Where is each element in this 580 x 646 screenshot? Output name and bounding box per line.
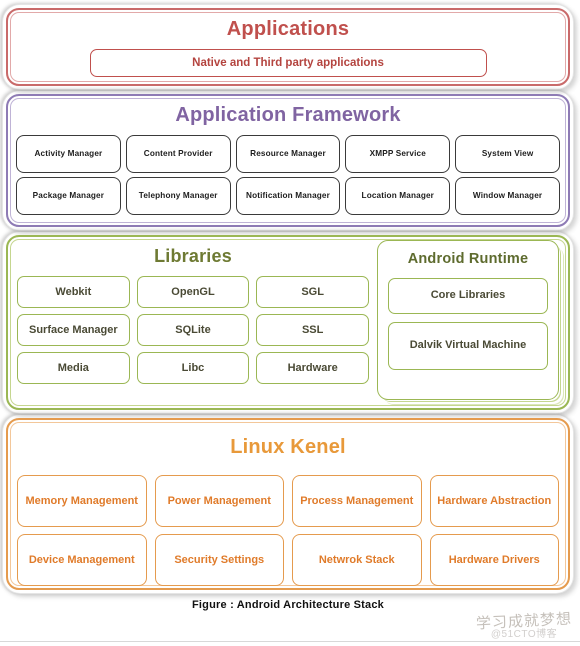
applications-item-0: Native and Third party applications xyxy=(89,49,487,77)
framework-item-telephony-manager: Telephony Manager xyxy=(125,177,231,215)
libraries-column: Libraries Webkit OpenGL SGL Surface Mana… xyxy=(17,240,369,400)
framework-item-notification-manager: Notification Manager xyxy=(235,177,341,215)
figure-caption: Figure : Android Architecture Stack xyxy=(192,599,384,611)
libraries-item-sgl: SGL xyxy=(256,276,369,308)
bottom-divider xyxy=(0,641,580,646)
kernel-grid: Memory Management Power Management Proce… xyxy=(17,475,559,586)
framework-item-location-manager: Location Manager xyxy=(345,177,451,215)
libraries-item-surface-manager: Surface Manager xyxy=(17,314,130,346)
framework-grid: Activity Manager Content Provider Resour… xyxy=(16,135,560,215)
kernel-item-hardware-abstraction: Hardware Abstraction xyxy=(429,475,559,527)
libraries-item-media: Media xyxy=(17,352,130,384)
layer-application-framework: Application Framework Activity Manager C… xyxy=(2,90,574,231)
android-architecture-diagram: Applications Native and Third party appl… xyxy=(0,0,580,646)
kernel-item-device-management: Device Management xyxy=(17,534,147,586)
runtime-item-dalvik-virtual-machine: Dalvik Virtual Machine xyxy=(388,322,548,370)
kernel-item-process-management: Process Management xyxy=(292,475,422,527)
libraries-item-webkit: Webkit xyxy=(17,276,130,308)
layer-applications-title: Applications xyxy=(226,18,350,40)
framework-item-activity-manager: Activity Manager xyxy=(16,135,121,173)
kernel-item-memory-management: Memory Management xyxy=(17,475,147,527)
layer-application-framework-body: Application Framework Activity Manager C… xyxy=(6,94,570,227)
layer-libraries-body: Libraries Webkit OpenGL SGL Surface Mana… xyxy=(6,235,570,410)
runtime-item-core-libraries: Core Libraries xyxy=(388,278,548,314)
kernel-item-hardware-drivers: Hardware Drivers xyxy=(429,534,559,586)
android-runtime-panel: Android Runtime Core Libraries Dalvik Vi… xyxy=(377,240,559,400)
kernel-item-security-settings: Security Settings xyxy=(154,534,284,586)
watermark-text: 学习成就梦想 xyxy=(475,609,573,633)
layer-libraries: Libraries Webkit OpenGL SGL Surface Mana… xyxy=(2,231,574,414)
libraries-item-opengl: OpenGL xyxy=(136,276,250,308)
framework-item-window-manager: Window Manager xyxy=(455,177,560,215)
framework-item-content-provider: Content Provider xyxy=(125,135,231,173)
libraries-grid: Webkit OpenGL SGL Surface Manager SQLite… xyxy=(17,276,369,384)
framework-item-xmpp-service: XMPP Service xyxy=(345,135,451,173)
libraries-item-libc: Libc xyxy=(136,352,250,384)
android-runtime-title: Android Runtime xyxy=(407,251,529,267)
layer-applications: Applications Native and Third party appl… xyxy=(2,4,574,90)
framework-item-package-manager: Package Manager xyxy=(16,177,121,215)
layer-application-framework-title: Application Framework xyxy=(175,104,401,126)
libraries-item-ssl: SSL xyxy=(256,314,369,346)
framework-item-resource-manager: Resource Manager xyxy=(235,135,341,173)
layer-applications-body: Applications Native and Third party appl… xyxy=(6,8,570,86)
layer-linux-kernel-title: Linux Kenel xyxy=(230,436,346,458)
watermark-source: @51CTO博客 xyxy=(490,629,558,640)
framework-item-system-view: System View xyxy=(455,135,560,173)
kernel-item-power-management: Power Management xyxy=(154,475,284,527)
layer-linux-kernel-body: Linux Kenel Memory Management Power Mana… xyxy=(6,418,570,590)
layer-linux-kernel: Linux Kenel Memory Management Power Mana… xyxy=(2,414,574,594)
watermark: 学习成就梦想 @51CTO博客 xyxy=(475,609,573,640)
layer-libraries-title: Libraries xyxy=(154,246,232,266)
kernel-item-network-stack: Netwrok Stack xyxy=(292,534,422,586)
libraries-item-sqlite: SQLite xyxy=(136,314,250,346)
libraries-item-hardware: Hardware xyxy=(256,352,369,384)
